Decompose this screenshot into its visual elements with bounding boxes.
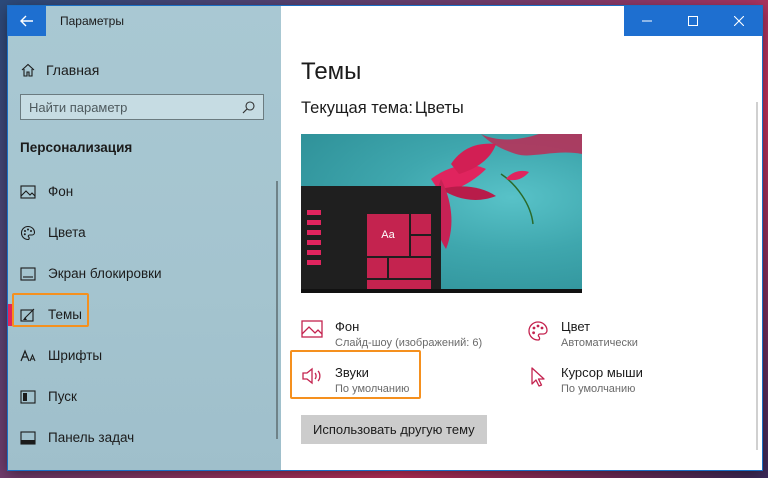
- preview-tile: [389, 258, 431, 278]
- preview-list-item: [307, 260, 321, 265]
- current-theme-heading: Текущая тема: Цветы: [301, 99, 464, 118]
- start-icon: [20, 389, 36, 405]
- search-box[interactable]: [20, 94, 264, 120]
- preview-list-item: [307, 230, 321, 235]
- sidebar-item-label: Панель задач: [48, 430, 135, 445]
- nav-home-label: Главная: [46, 62, 100, 78]
- option-text: Цвет Автоматически: [561, 318, 638, 351]
- back-button[interactable]: [8, 6, 46, 36]
- image-icon: [301, 320, 323, 342]
- preview-taskbar: [301, 289, 582, 293]
- image-icon: [20, 184, 36, 200]
- sidebar: Параметры Главная Персонализация Фон: [8, 6, 281, 470]
- page-title: Темы: [301, 58, 362, 85]
- palette-icon: [527, 320, 549, 342]
- lock-screen-icon: [20, 266, 36, 282]
- close-icon: [734, 16, 744, 26]
- window-controls: [624, 6, 762, 36]
- option-title: Курсор мыши: [561, 365, 643, 380]
- nav-home[interactable]: Главная: [20, 59, 99, 81]
- maximize-button[interactable]: [670, 6, 716, 36]
- sidebar-item-background[interactable]: Фон: [8, 171, 281, 212]
- use-another-theme-button[interactable]: Использовать другую тему: [301, 415, 487, 444]
- sidebar-item-label: Фон: [48, 184, 74, 199]
- preview-list-item: [307, 220, 321, 225]
- sidebar-item-label: Цвета: [48, 225, 86, 240]
- option-mouse-cursor[interactable]: Курсор мыши По умолчанию: [527, 364, 643, 397]
- cursor-icon: [527, 366, 549, 388]
- taskbar-icon: [20, 430, 36, 446]
- option-subtitle: Автоматически: [561, 337, 638, 349]
- preview-list-item: [307, 250, 321, 255]
- preview-tile: [411, 214, 431, 234]
- themes-highlight-frame: [12, 293, 89, 327]
- current-theme-label: Текущая тема:: [301, 99, 413, 117]
- home-icon: [21, 63, 35, 77]
- sidebar-item-label: Шрифты: [48, 348, 103, 363]
- option-color[interactable]: Цвет Автоматически: [527, 318, 638, 351]
- sidebar-scrollbar[interactable]: [276, 181, 278, 439]
- preview-tile-text: Aa: [381, 229, 395, 241]
- sidebar-item-lock-screen[interactable]: Экран блокировки: [8, 253, 281, 294]
- back-arrow-icon: [20, 15, 33, 27]
- palette-icon: [20, 225, 36, 241]
- minimize-icon: [642, 20, 652, 22]
- preview-desktop: Aa: [301, 186, 441, 293]
- sidebar-item-fonts[interactable]: Шрифты: [8, 335, 281, 376]
- option-title: Цвет: [561, 319, 591, 334]
- theme-preview: Aa: [301, 134, 582, 293]
- app-title: Параметры: [60, 14, 124, 28]
- search-icon[interactable]: [242, 100, 255, 114]
- sidebar-item-taskbar[interactable]: Панель задач: [8, 417, 281, 458]
- preview-tile: [411, 236, 431, 256]
- preview-start-list: [307, 210, 329, 290]
- close-button[interactable]: [716, 6, 762, 36]
- sidebar-item-colors[interactable]: Цвета: [8, 212, 281, 253]
- font-icon: [20, 348, 36, 364]
- current-theme-name: Цветы: [414, 99, 464, 117]
- option-subtitle: По умолчанию: [561, 383, 636, 395]
- option-background[interactable]: Фон Слайд-шоу (изображений: 6): [301, 318, 482, 351]
- preview-tile: [367, 258, 387, 278]
- option-subtitle: Слайд-шоу (изображений: 6): [335, 337, 483, 349]
- sidebar-item-start[interactable]: Пуск: [8, 376, 281, 417]
- maximize-icon: [688, 16, 698, 26]
- option-title: Фон: [335, 319, 360, 334]
- minimize-button[interactable]: [624, 6, 670, 36]
- sounds-highlight-frame: [290, 350, 421, 399]
- sidebar-item-label: Пуск: [48, 389, 77, 404]
- preview-tile-large: Aa: [367, 214, 409, 256]
- preview-list-item: [307, 210, 321, 215]
- main-content: Темы Текущая тема: Цветы Aa Фон Слайд-шо…: [281, 6, 762, 470]
- search-input[interactable]: [29, 99, 242, 115]
- main-scrollbar[interactable]: [756, 102, 758, 450]
- option-text: Фон Слайд-шоу (изображений: 6): [335, 318, 482, 351]
- preview-list-item: [307, 240, 321, 245]
- settings-window: Параметры Главная Персонализация Фон: [8, 6, 762, 470]
- option-text: Курсор мыши По умолчанию: [561, 364, 643, 397]
- sidebar-item-label: Экран блокировки: [48, 266, 162, 281]
- section-title: Персонализация: [20, 140, 133, 155]
